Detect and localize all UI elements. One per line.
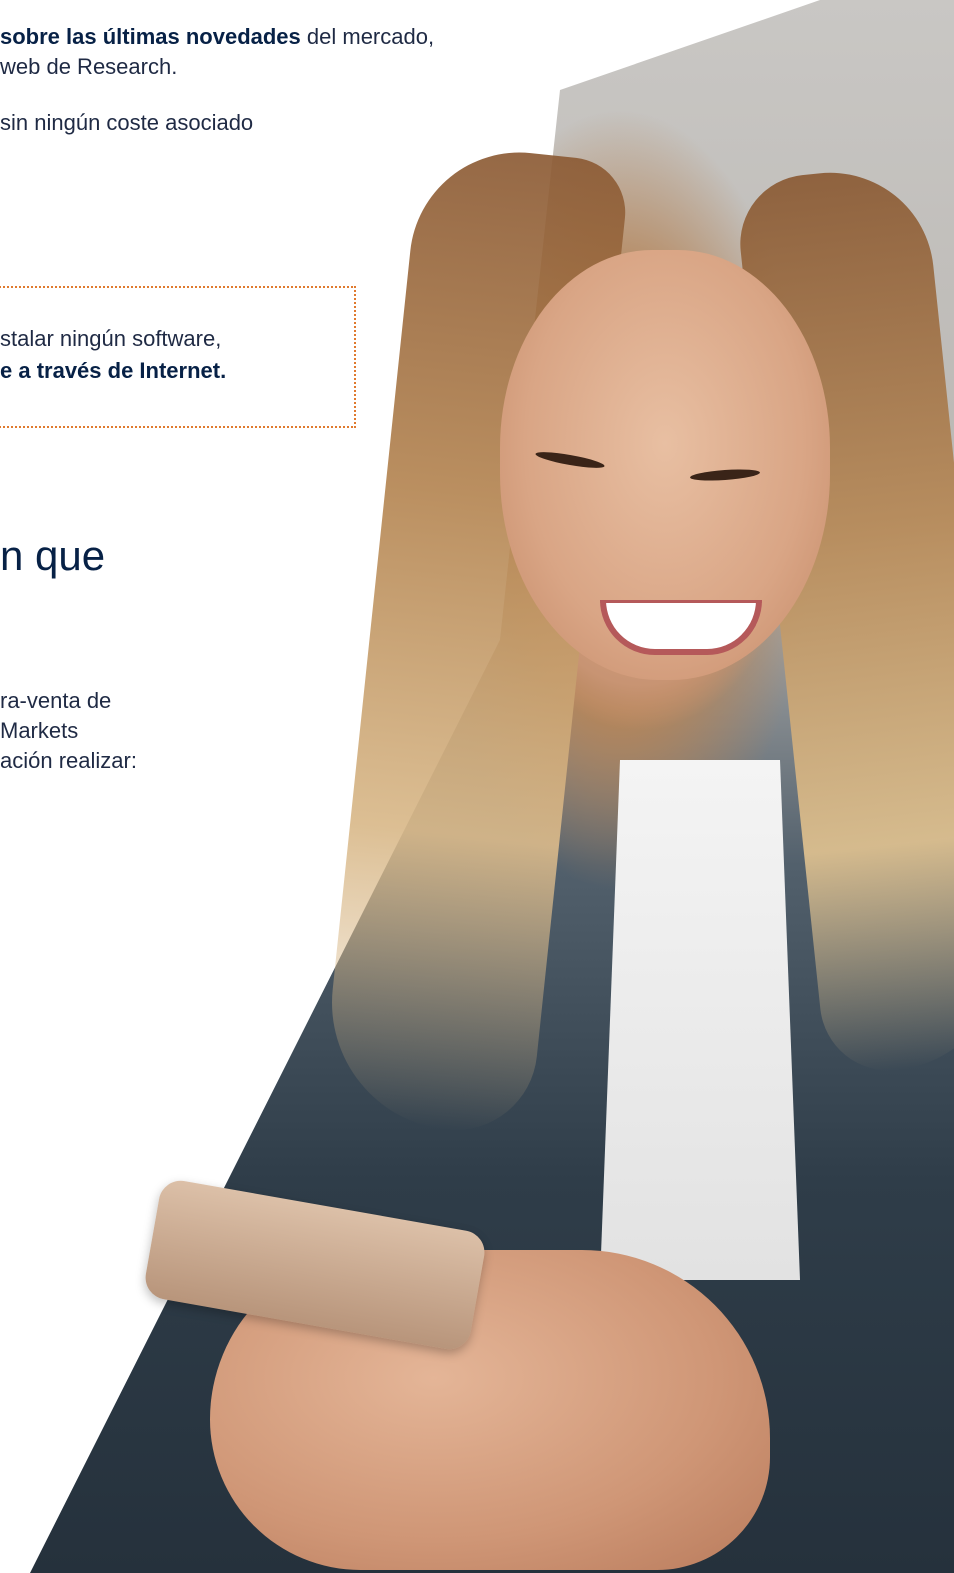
intro-line-1-suffix: del mercado, (300, 24, 435, 49)
body-paragraph: ra-venta de Markets ación realizar: (0, 686, 137, 776)
dotted-callout-box: stalar ningún software, e a través de In… (0, 286, 356, 428)
intro-paragraph: sobre las últimas novedades del mercado,… (0, 22, 600, 82)
intro-line-1: sobre las últimas novedades del mercado, (0, 22, 600, 52)
intro-line-2: web de Research. (0, 54, 178, 79)
body-line-2: Markets (0, 718, 79, 743)
body-line-1: ra-venta de (0, 688, 112, 713)
callout-line-1: stalar ningún software, (0, 326, 222, 351)
section-heading: n que (0, 532, 106, 579)
body-line-3: ación realizar: (0, 748, 137, 773)
photo-shirt-collar (600, 760, 800, 1280)
photo-panel (0, 0, 954, 1573)
intro-bold-text: sobre las últimas novedades (0, 24, 301, 49)
page: sobre las últimas novedades del mercado,… (0, 0, 954, 1573)
cost-note: sin ningún coste asociado (0, 110, 254, 135)
callout-line-2-bold: e a través de Internet. (0, 358, 227, 383)
